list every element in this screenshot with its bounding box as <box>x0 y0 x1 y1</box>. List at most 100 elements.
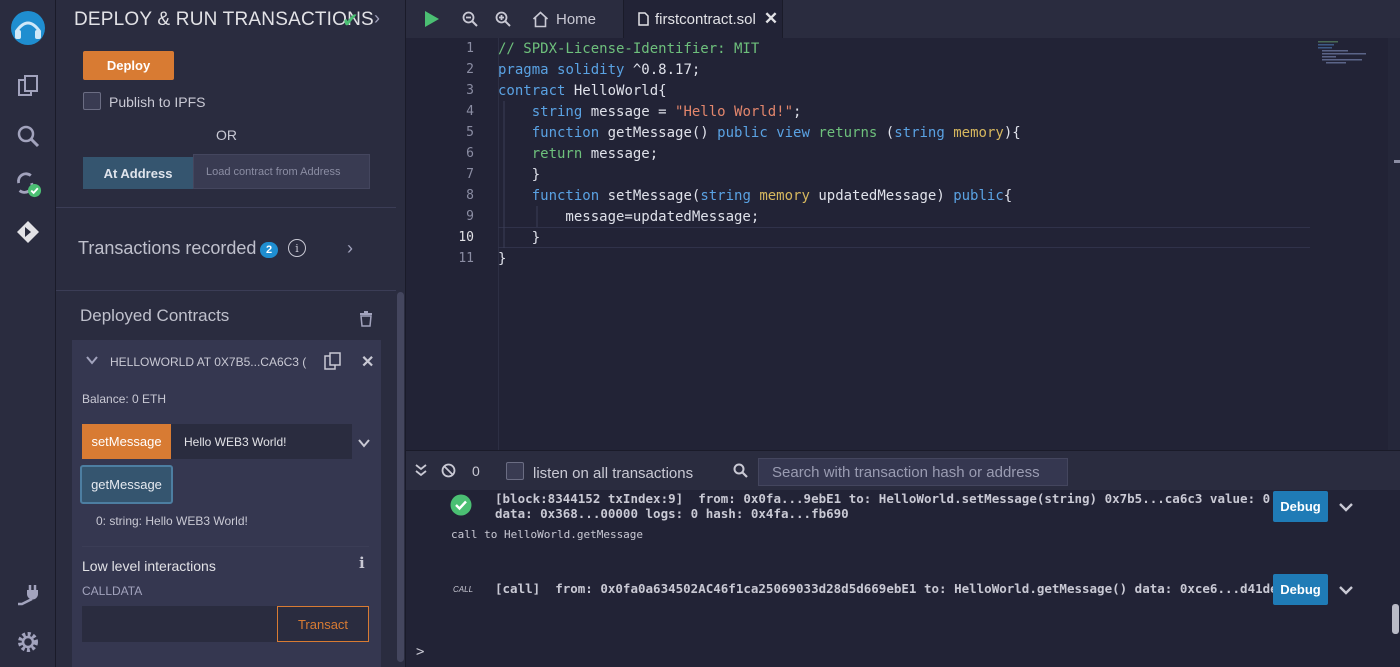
chevron-right-icon[interactable]: › <box>374 8 380 29</box>
check-icon: ✔ <box>342 10 359 32</box>
panel-scrollbar[interactable] <box>397 292 404 662</box>
close-icon[interactable]: ✕ <box>361 352 374 372</box>
divider <box>56 290 396 291</box>
success-check-icon <box>450 494 472 521</box>
listen-all-label: listen on all transactions <box>533 465 694 482</box>
file-icon <box>637 12 649 26</box>
line-number: 10 <box>458 230 474 245</box>
code-line: function setMessage(string memory update… <box>531 188 1013 204</box>
line-number: 11 <box>458 251 474 266</box>
line-number: 6 <box>466 146 474 161</box>
remix-ide: DEPLOY & RUN TRANSACTIONS ✔ › Deploy Pub… <box>0 0 1400 667</box>
zoom-in-icon[interactable] <box>495 0 511 38</box>
zoom-out-icon[interactable] <box>462 0 478 38</box>
transact-button[interactable]: Transact <box>277 606 369 642</box>
chevron-down-icon[interactable] <box>86 354 98 368</box>
terminal-scrollbar[interactable] <box>1392 604 1399 634</box>
deploy-run-icon[interactable] <box>14 218 42 246</box>
search-icon[interactable] <box>14 122 42 150</box>
line-number: 9 <box>466 209 474 224</box>
or-label: OR <box>216 127 237 143</box>
tx-details-line[interactable]: data: 0x368...00000 logs: 0 hash: 0x4fa.… <box>495 506 849 521</box>
at-address-button[interactable]: At Address <box>83 157 193 189</box>
transactions-recorded-label[interactable]: Transactions recorded <box>78 238 256 259</box>
chevron-right-icon[interactable]: › <box>347 238 353 259</box>
calldata-label: CALLDATA <box>82 584 143 598</box>
publish-ipfs-checkbox[interactable] <box>83 92 101 110</box>
console-prompt[interactable]: > <box>416 644 424 660</box>
divider <box>56 207 396 208</box>
calldata-input[interactable] <box>82 606 277 642</box>
publish-ipfs-label: Publish to IPFS <box>109 94 206 110</box>
home-tab[interactable]: Home <box>532 0 596 38</box>
code-editor[interactable]: 1 2 3 4 5 6 7 8 9 10 11 // SPDX-License-… <box>406 38 1400 450</box>
clear-console-icon[interactable] <box>441 463 456 483</box>
line-number: 5 <box>466 125 474 140</box>
transaction-search-input[interactable]: Search with transaction hash or address <box>758 458 1068 486</box>
get-message-button[interactable]: getMessage <box>80 465 173 504</box>
info-icon[interactable]: i <box>288 239 306 257</box>
address-input[interactable]: Load contract from Address <box>193 154 370 189</box>
listen-all-checkbox[interactable] <box>506 462 524 480</box>
current-line-highlight <box>498 227 1310 248</box>
close-tab-icon[interactable]: ✕ <box>764 9 778 29</box>
call-tag: CALL <box>453 585 474 594</box>
chevron-down-icon[interactable] <box>358 435 370 453</box>
editor-scrollbar[interactable] <box>1388 38 1400 450</box>
code-line: contract HelloWorld{ <box>498 83 667 99</box>
code-line: // SPDX-License-Identifier: MIT <box>498 41 760 57</box>
call-note: call to HelloWorld.getMessage <box>451 528 644 541</box>
plugin-manager-icon[interactable] <box>14 580 42 608</box>
search-icon[interactable] <box>733 463 748 483</box>
info-icon[interactable]: i <box>359 554 365 572</box>
transactions-count-badge: 2 <box>260 242 278 258</box>
call-summary-line[interactable]: [call] from: 0x0fa0a634502AC46f1ca250690… <box>495 581 1278 596</box>
code-line: } <box>498 167 541 183</box>
chevron-down-icon[interactable] <box>1339 499 1353 517</box>
line-number: 2 <box>466 62 474 77</box>
editor-tabs-bar: Home firstcontract.sol ✕ <box>406 0 1400 38</box>
deploy-run-panel: DEPLOY & RUN TRANSACTIONS ✔ › Deploy Pub… <box>56 0 406 667</box>
run-icon[interactable] <box>424 0 440 38</box>
code-line: pragma solidity ^0.8.17; <box>498 62 701 78</box>
copy-icon[interactable] <box>324 352 342 375</box>
collapse-terminal-icon[interactable] <box>415 463 427 482</box>
file-tab-label: firstcontract.sol <box>655 10 756 28</box>
divider <box>82 546 369 547</box>
get-message-output: 0: string: Hello WEB3 World! <box>96 514 248 528</box>
line-number: 8 <box>466 188 474 203</box>
debug-button[interactable]: Debug <box>1273 491 1328 522</box>
remix-logo-icon[interactable] <box>6 6 50 50</box>
deployed-contract-card: HELLOWORLD AT 0X7B5...CA6C3 ( ✕ Balance:… <box>72 340 381 667</box>
terminal-output: [block:8344152 txIndex:9] from: 0x0fa...… <box>406 490 1400 667</box>
trash-icon[interactable] <box>359 311 373 332</box>
settings-gear-icon[interactable] <box>14 628 42 656</box>
line-number: 1 <box>466 41 474 56</box>
line-number: 7 <box>466 167 474 182</box>
debug-button[interactable]: Debug <box>1273 574 1328 605</box>
pending-count: 0 <box>472 463 480 479</box>
line-number: 4 <box>466 104 474 119</box>
icon-rail <box>0 0 56 667</box>
minimap[interactable] <box>1316 40 1376 70</box>
set-message-button[interactable]: setMessage <box>82 424 171 459</box>
chevron-down-icon[interactable] <box>1339 582 1353 600</box>
file-tab-content[interactable]: firstcontract.sol ✕ <box>637 0 778 38</box>
home-tab-label: Home <box>556 10 597 28</box>
code-line: } <box>498 230 541 246</box>
code-line: return message; <box>531 146 659 162</box>
panel-title: DEPLOY & RUN TRANSACTIONS <box>74 9 374 30</box>
file-explorer-icon[interactable] <box>14 72 42 100</box>
tx-summary-line[interactable]: [block:8344152 txIndex:9] from: 0x0fa...… <box>495 491 1300 506</box>
contract-name: HELLOWORLD AT 0X7B5...CA6C3 ( <box>110 355 307 369</box>
deployed-contracts-label: Deployed Contracts <box>80 306 230 325</box>
low-level-label: Low level interactions <box>82 558 216 574</box>
balance-label: Balance: 0 ETH <box>82 392 167 406</box>
deploy-button[interactable]: Deploy <box>83 51 174 80</box>
code-line: } <box>498 251 507 267</box>
code-line: message=updatedMessage; <box>498 209 760 225</box>
line-gutter: 1 2 3 4 5 6 7 8 9 10 11 <box>406 38 498 450</box>
set-message-input[interactable]: Hello WEB3 World! <box>171 424 352 459</box>
terminal-toolbar: 0 listen on all transactions Search with… <box>406 450 1400 490</box>
solidity-compiler-icon[interactable] <box>14 170 42 198</box>
